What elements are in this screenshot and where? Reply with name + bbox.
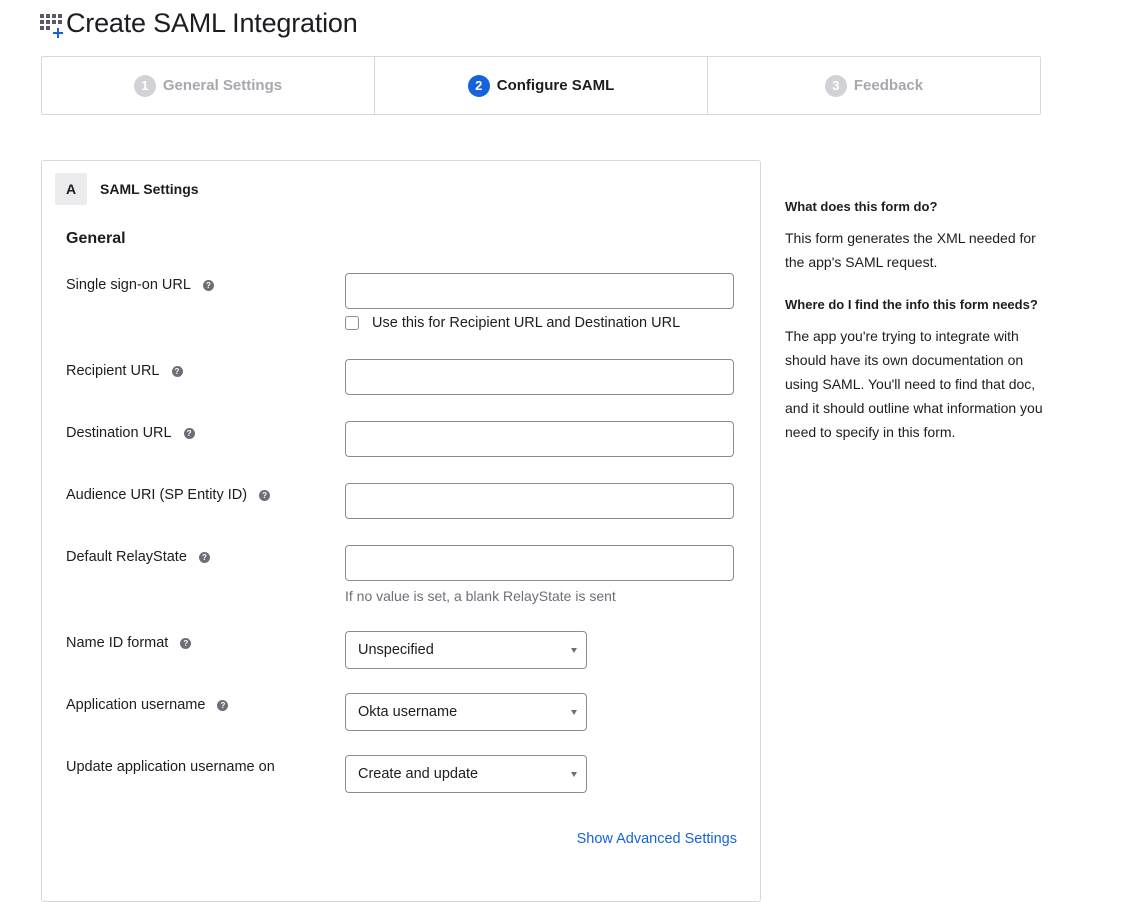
step-number: 1 <box>133 74 156 97</box>
recipient-url-label: Recipient URL ? <box>66 363 183 379</box>
relay-state-label: Default RelayState ? <box>66 549 210 565</box>
help-circle-icon[interactable]: ? <box>171 365 183 377</box>
step-label: Feedback <box>853 77 924 94</box>
help-circle-icon[interactable]: ? <box>217 699 229 711</box>
field-label-text: Single sign-on URL <box>66 277 191 293</box>
field-label-text: Audience URI (SP Entity ID) <box>66 487 248 503</box>
step-label: Configure SAML <box>496 77 615 94</box>
use-for-recipient-checkbox[interactable] <box>345 316 359 330</box>
step-general-settings[interactable]: 1 General Settings <box>42 57 374 114</box>
help-panel: What does this form do? This form genera… <box>785 198 1043 444</box>
show-advanced-settings-link[interactable]: Show Advanced Settings <box>577 831 737 847</box>
update-username-on-select[interactable]: Create and update <box>345 755 587 793</box>
use-for-recipient-row[interactable]: Use this for Recipient URL and Destinati… <box>345 315 680 331</box>
saml-settings-card: A SAML Settings General Single sign-on U… <box>41 160 761 902</box>
help-answer: This form generates the XML needed for t… <box>785 230 1036 270</box>
name-id-format-select[interactable]: Unspecified <box>345 631 587 669</box>
help-circle-icon[interactable]: ? <box>180 637 192 649</box>
app-username-select[interactable]: Okta username <box>345 693 587 731</box>
name-id-format-label: Name ID format ? <box>66 635 192 651</box>
step-configure-saml[interactable]: 2 Configure SAML <box>374 57 707 114</box>
select-value: Unspecified <box>358 642 434 658</box>
field-label-text: Update application username on <box>66 759 275 775</box>
help-circle-icon[interactable]: ? <box>202 279 214 291</box>
help-question: Where do I find the info this form needs… <box>785 297 1038 312</box>
page-title: Create SAML Integration <box>66 8 358 38</box>
recipient-url-input[interactable] <box>345 359 734 395</box>
sso-url-input[interactable] <box>345 273 734 309</box>
field-label-text: Default RelayState <box>66 549 187 565</box>
page-header: Create SAML Integration <box>40 8 358 39</box>
group-title: General <box>66 230 126 247</box>
destination-url-label: Destination URL ? <box>66 425 195 441</box>
field-label-text: Name ID format <box>66 635 169 651</box>
update-username-on-label: Update application username on <box>66 759 275 775</box>
field-label-text: Recipient URL <box>66 363 160 379</box>
destination-url-input[interactable] <box>345 421 734 457</box>
help-circle-icon[interactable]: ? <box>259 489 271 501</box>
step-feedback[interactable]: 3 Feedback <box>707 57 1040 114</box>
audience-uri-input[interactable] <box>345 483 734 519</box>
help-circle-icon[interactable]: ? <box>183 427 195 439</box>
help-answer: The app you're trying to integrate with … <box>785 328 1043 440</box>
app-username-label: Application username ? <box>66 697 229 713</box>
help-circle-icon[interactable]: ? <box>198 551 210 563</box>
wizard-stepper: 1 General Settings 2 Configure SAML 3 Fe… <box>41 56 1041 115</box>
relay-state-hint: If no value is set, a blank RelayState i… <box>345 588 616 604</box>
section-badge: A <box>55 173 87 205</box>
chevron-down-icon <box>571 772 577 777</box>
grid-add-icon <box>40 13 64 38</box>
checkbox-label: Use this for Recipient URL and Destinati… <box>372 315 681 331</box>
help-question: What does this form do? <box>785 199 938 214</box>
select-value: Create and update <box>358 766 479 782</box>
field-label-text: Application username <box>66 697 206 713</box>
section-title: SAML Settings <box>100 181 199 197</box>
step-number: 2 <box>467 74 490 97</box>
audience-uri-label: Audience URI (SP Entity ID) ? <box>66 487 271 503</box>
relay-state-input[interactable] <box>345 545 734 581</box>
step-number: 3 <box>824 74 847 97</box>
chevron-down-icon <box>571 648 577 653</box>
step-label: General Settings <box>162 77 283 94</box>
select-value: Okta username <box>358 704 458 720</box>
chevron-down-icon <box>571 710 577 715</box>
field-label-text: Destination URL <box>66 425 172 441</box>
sso-url-label: Single sign-on URL ? <box>66 277 214 293</box>
